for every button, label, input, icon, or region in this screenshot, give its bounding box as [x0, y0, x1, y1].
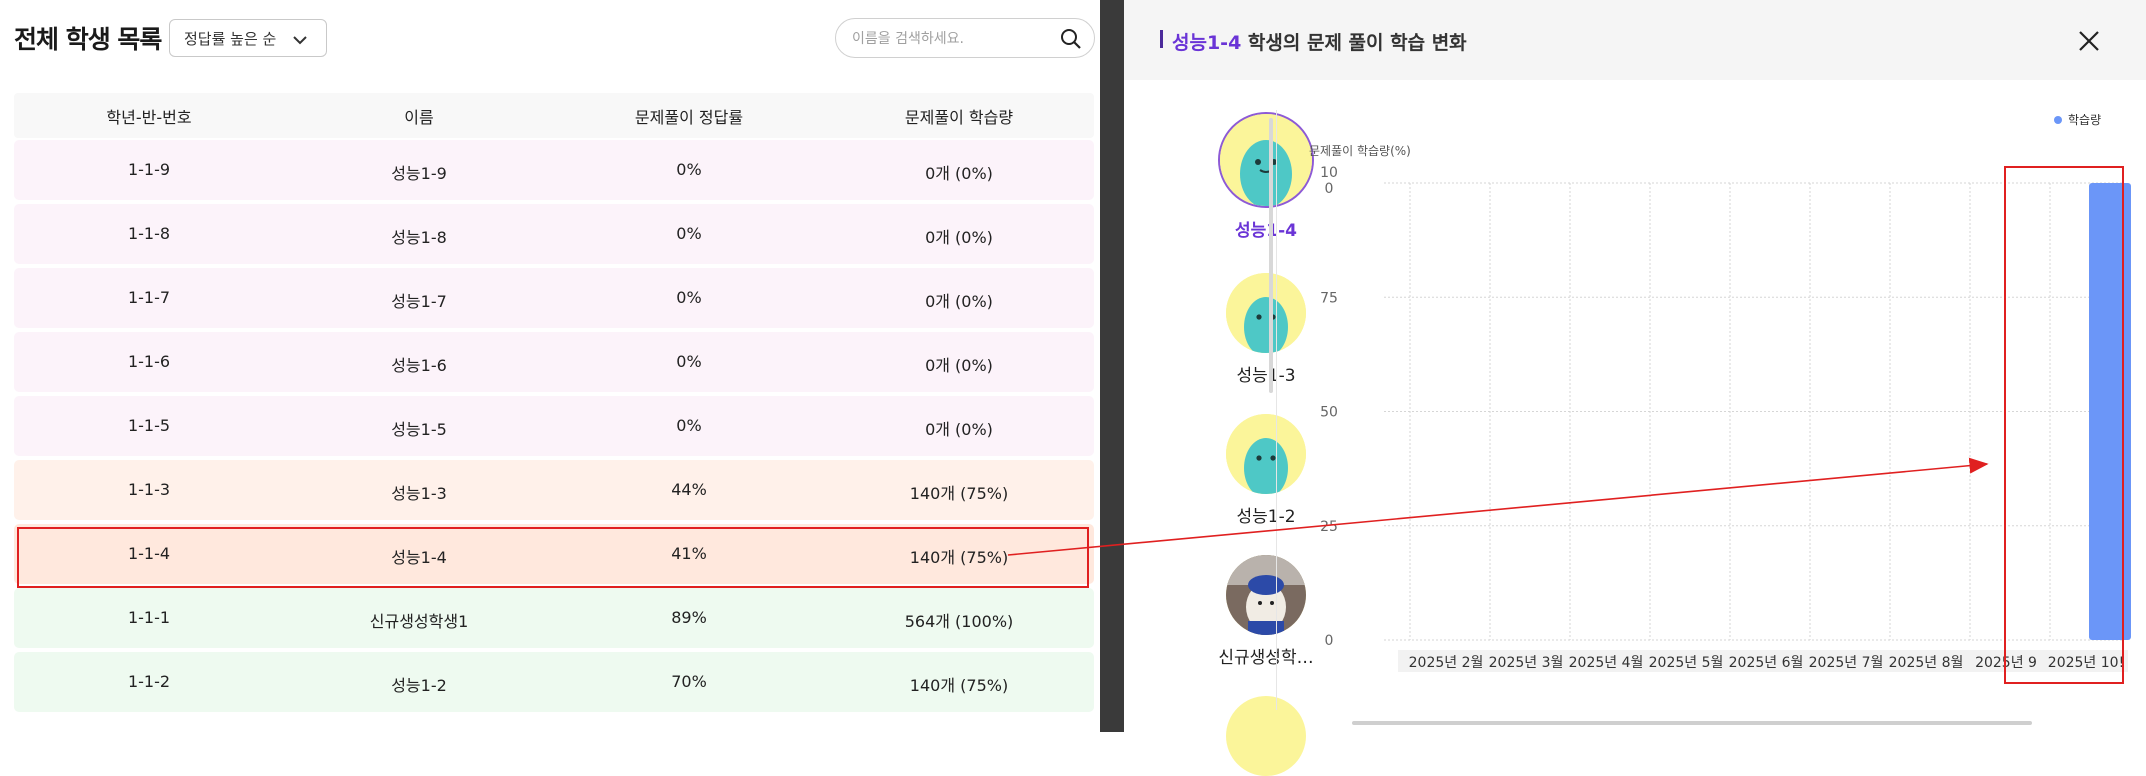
table-row[interactable]: 1-1-9 성능1-9 0% 0개 (0%) [14, 140, 1094, 200]
x-tick-label: 2025년 4월 [1569, 655, 1644, 671]
table-cell-name: 성능1-8 [391, 228, 447, 247]
x-tick-label: 2025년 5월 [1649, 655, 1724, 671]
table-cell-name: 성능1-6 [391, 356, 447, 375]
bar-highlight-box [2004, 166, 2124, 684]
table-cell-name: 성능1-2 [391, 676, 447, 695]
y-tick-label: 10 [1320, 165, 1338, 181]
table-cell-id: 1-1-6 [127, 352, 171, 371]
page-title: 전체 학생 목록 [14, 25, 162, 54]
table-cell-accuracy: 70% [671, 672, 707, 691]
student-list-panel: 전체 학생 목록 정답률 높은 순 학년-반-번호 이름 문제풀이 정답률 문제… [0, 0, 1100, 732]
table-cell-accuracy: 0% [676, 224, 702, 243]
table-cell-volume: 564개 (100%) [904, 612, 1014, 631]
table-cell-accuracy: 0% [676, 352, 702, 371]
sort-selected-label: 정답률 높은 순 [184, 29, 277, 48]
table-cell-id: 1-1-2 [127, 672, 171, 691]
table-cell-accuracy: 89% [671, 608, 707, 627]
table-cell-id: 1-1-1 [127, 608, 171, 627]
search-icon[interactable] [1060, 28, 1082, 54]
table-cell-name: 성능1-5 [391, 420, 447, 439]
modal-backdrop[interactable] [1100, 0, 1124, 732]
table-cell-id: 1-1-8 [127, 224, 171, 243]
table-row[interactable]: 1-1-3 성능1-3 44% 140개 (75%) [14, 460, 1094, 520]
search-box[interactable] [835, 18, 1095, 58]
table-cell-accuracy: 0% [676, 160, 702, 179]
selected-row-highlight [17, 527, 1089, 588]
table-cell-volume: 0개 (0%) [925, 292, 993, 311]
column-header: 이름 [404, 107, 434, 127]
y-tick-label: 75 [1320, 290, 1338, 306]
table-cell-name: 신규생성학생1 [369, 612, 469, 631]
column-header: 학년-반-번호 [106, 107, 192, 127]
y-tick-label: 0 [1325, 633, 1334, 649]
sort-dropdown[interactable]: 정답률 높은 순 [169, 19, 327, 57]
table-cell-volume: 0개 (0%) [925, 420, 993, 439]
x-tick-label: 2025년 6월 [1729, 655, 1804, 671]
y-tick-label: 50 [1320, 405, 1338, 421]
chart-horizontal-scrollbar[interactable] [1352, 721, 2032, 725]
table-cell-name: 성능1-9 [391, 164, 447, 183]
column-header: 문제풀이 정답률 [634, 107, 744, 127]
table-cell-id: 1-1-7 [127, 288, 171, 307]
learning-bar-chart: 10075502502025년 2월 2025년 3월 2025년 4월 2025년 … [1320, 165, 2131, 672]
table-cell-volume: 140개 (75%) [909, 484, 1009, 503]
x-tick-label: 2025년 8월 [1889, 655, 1964, 671]
table-row[interactable]: 1-1-8 성능1-8 0% 0개 (0%) [14, 204, 1094, 264]
table-row[interactable]: 1-1-7 성능1-7 0% 0개 (0%) [14, 268, 1094, 328]
table-cell-volume: 0개 (0%) [925, 356, 993, 375]
x-tick-label: 2025년 3월 [1489, 655, 1564, 671]
table-header: 학년-반-번호 이름 문제풀이 정답률 문제풀이 학습량 [14, 93, 1094, 138]
y-tick-label: 0 [1325, 181, 1334, 197]
chevron-down-icon [292, 32, 308, 50]
table-cell-accuracy: 44% [671, 480, 707, 499]
table-row[interactable]: 1-1-2 성능1-2 70% 140개 (75%) [14, 652, 1094, 712]
table-cell-id: 1-1-3 [127, 480, 171, 499]
table-cell-accuracy: 0% [676, 416, 702, 435]
table-cell-name: 성능1-3 [391, 484, 447, 503]
table-row[interactable]: 1-1-5 성능1-5 0% 0개 (0%) [14, 396, 1094, 456]
table-cell-volume: 140개 (75%) [909, 676, 1009, 695]
search-input[interactable] [850, 27, 1054, 51]
table-cell-name: 성능1-7 [391, 292, 447, 311]
table-cell-id: 1-1-5 [127, 416, 171, 435]
table-row[interactable]: 1-1-1 신규생성학생1 89% 564개 (100%) [14, 588, 1094, 648]
table-cell-volume: 0개 (0%) [925, 164, 993, 183]
table-cell-volume: 0개 (0%) [925, 228, 993, 247]
x-tick-label: 2025년 7월 [1809, 655, 1884, 671]
x-tick-label: 2025년 2월 [1409, 655, 1484, 671]
y-tick-label: 25 [1320, 519, 1338, 535]
learning-change-modal: 성능1-4 학생의 문제 풀이 학습 변화 성능1-4 성능1-3 성능1-2 … [1124, 0, 2146, 776]
column-header: 문제풀이 학습량 [904, 107, 1014, 127]
table-cell-id: 1-1-9 [127, 160, 171, 179]
table-cell-accuracy: 0% [676, 288, 702, 307]
table-row[interactable]: 1-1-6 성능1-6 0% 0개 (0%) [14, 332, 1094, 392]
